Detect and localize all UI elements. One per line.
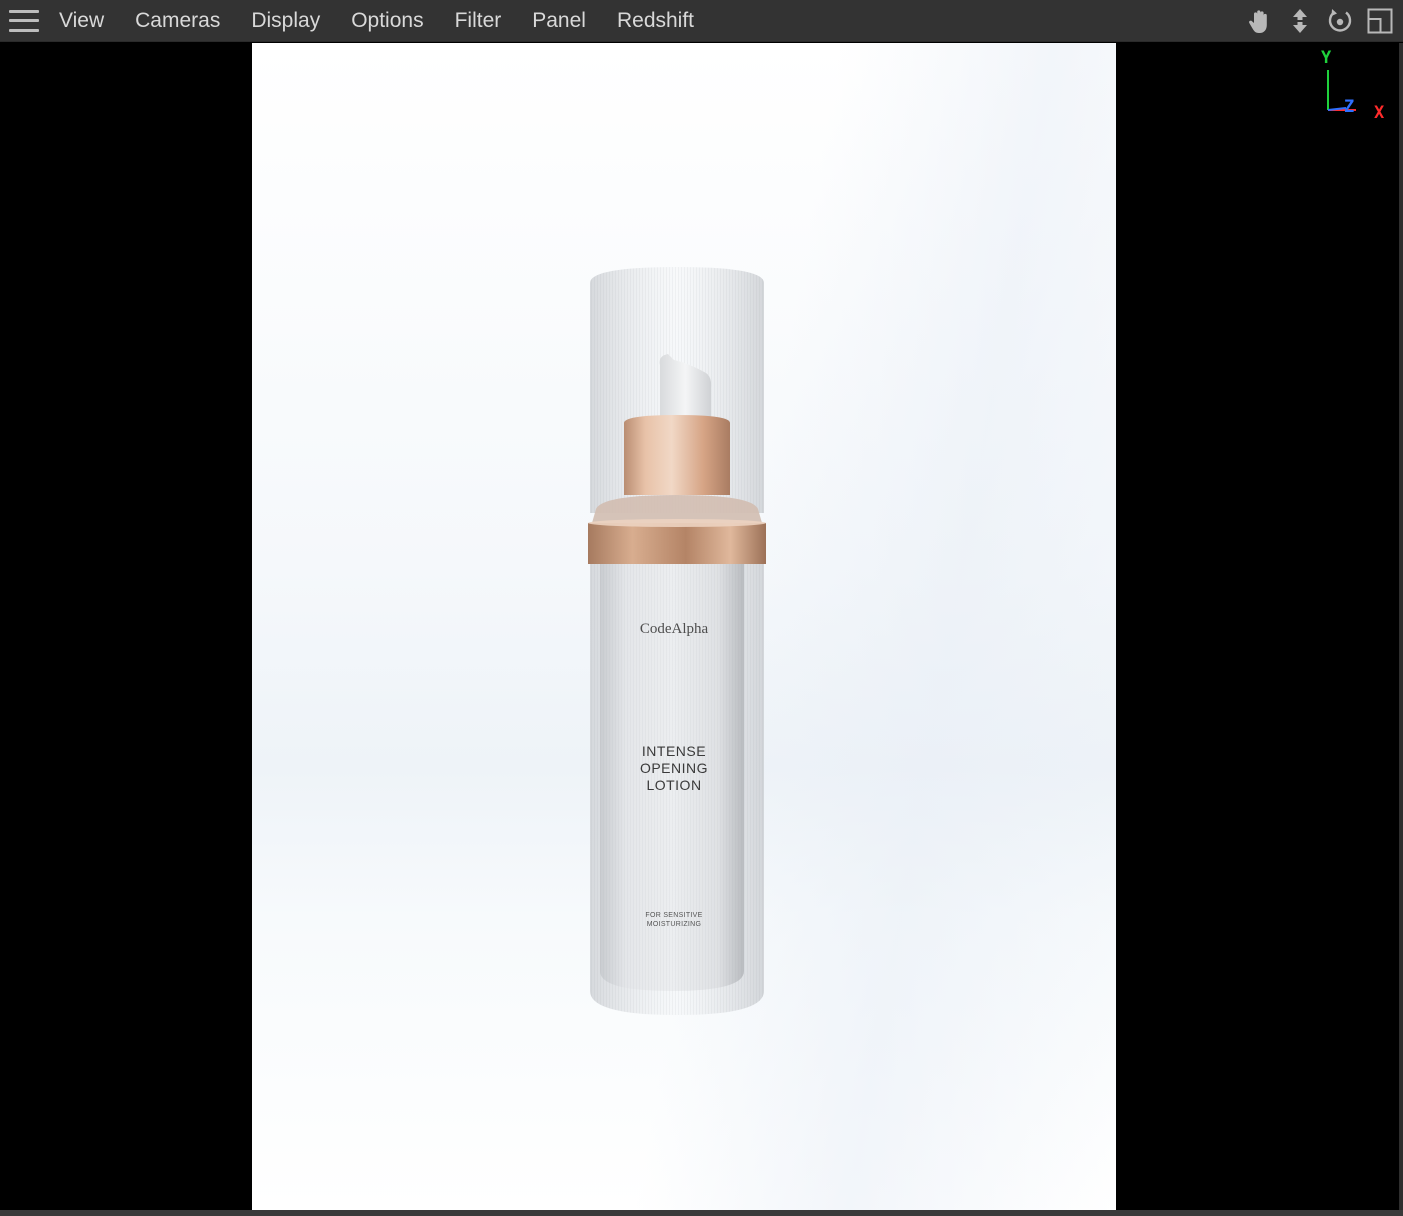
render-safe-frame[interactable]: CodeAlpha INTENSE OPENING LOTION FOR SEN… [252,43,1116,1210]
viewport-nav-icons [1245,0,1395,42]
3d-viewport[interactable]: CodeAlpha INTENSE OPENING LOTION FOR SEN… [0,43,1403,1210]
bottle-fine-print: FOR SENSITIVE MOISTURIZING [624,911,724,929]
menu-redshift[interactable]: Redshift [617,0,694,42]
fine-print-line-1: FOR SENSITIVE [645,912,703,919]
hamburger-menu-icon[interactable] [9,9,39,32]
viewport-bottom-bar [0,1210,1403,1216]
menu-display[interactable]: Display [251,0,320,42]
axis-y-label: Y [1321,48,1332,68]
product-line-1: INTENSE [641,743,707,759]
bottle-product-name: INTENSE OPENING LOTION [614,743,734,794]
orbit-rotate-icon[interactable] [1325,6,1355,36]
bottle-brand-text: CodeAlpha [639,621,709,637]
fine-print-line-2: MOISTURIZING [646,921,702,928]
menu-view[interactable]: View [59,0,104,42]
hand-pan-icon[interactable] [1245,6,1275,36]
menu-panel[interactable]: Panel [532,0,586,42]
axis-z-label: Z [1344,97,1355,117]
move-arrows-icon[interactable] [1285,6,1315,36]
maximize-panel-icon[interactable] [1365,6,1395,36]
viewport-menubar: View Cameras Display Options Filter Pane… [0,0,1403,42]
axis-x-label: X [1374,103,1385,123]
product-line-2: OPENING [639,760,709,776]
viewport-right-border [1399,43,1403,1210]
menu-cameras[interactable]: Cameras [135,0,220,42]
menu-options[interactable]: Options [351,0,423,42]
menu-filter[interactable]: Filter [455,0,502,42]
product-line-3: LOTION [646,777,702,793]
axis-gizmo: Y Z X [1318,48,1398,128]
